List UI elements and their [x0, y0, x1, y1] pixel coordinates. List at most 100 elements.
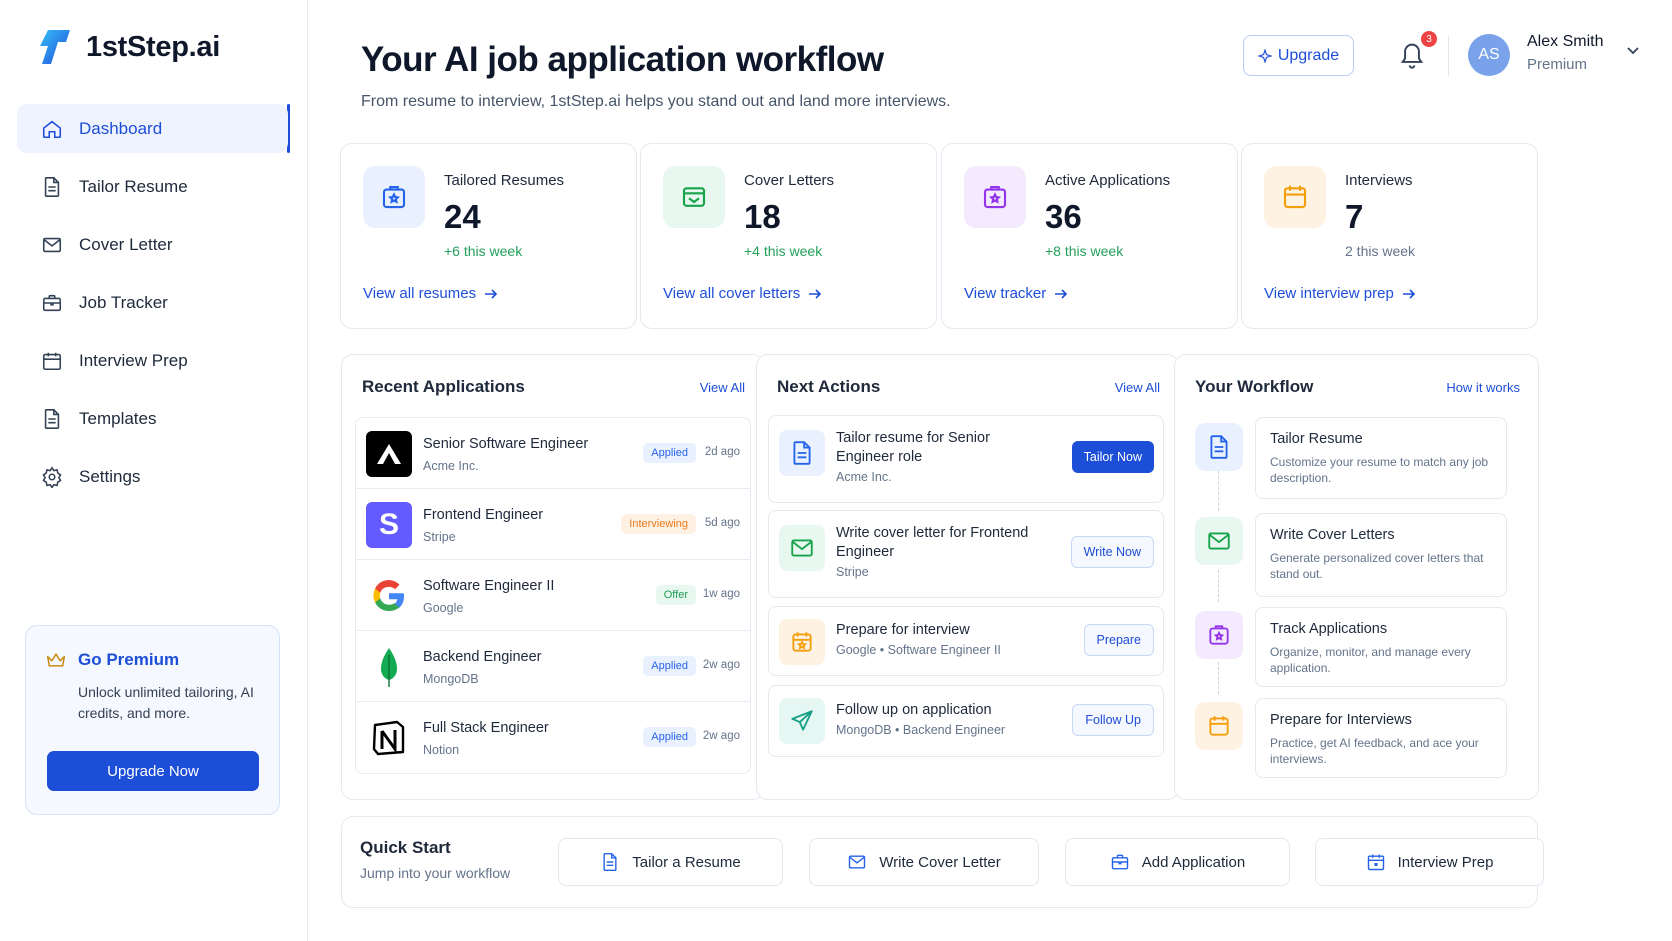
- step-card[interactable]: Tailor Resume Customize your resume to m…: [1255, 417, 1507, 499]
- action-item-follow-up: Follow up on application MongoDB • Backe…: [768, 685, 1164, 757]
- action-subtitle: Acme Inc.: [836, 470, 892, 484]
- premium-header: Go Premium: [46, 650, 259, 670]
- briefcase-icon: [42, 294, 62, 311]
- write-cover-letter-quick-button[interactable]: Write Cover Letter: [809, 838, 1039, 886]
- timestamp: 2w ago: [702, 730, 740, 742]
- recent-applications-panel: Recent Applications View All Senior Soft…: [341, 354, 764, 800]
- view-all-resumes-link[interactable]: View all resumes: [363, 285, 498, 302]
- stat-link-label: View interview prep: [1264, 285, 1394, 302]
- sidebar-item-label: Cover Letter: [79, 234, 173, 254]
- view-interview-prep-link[interactable]: View interview prep: [1264, 285, 1416, 302]
- view-all-applications-link[interactable]: View All: [700, 380, 745, 395]
- briefcase-icon: [1111, 854, 1128, 870]
- action-icon-box: [779, 525, 825, 571]
- view-all-actions-link[interactable]: View All: [1115, 380, 1160, 395]
- stat-label: Interviews: [1345, 172, 1413, 189]
- chevron-down-icon[interactable]: [1626, 46, 1640, 56]
- bell-icon[interactable]: [1398, 40, 1426, 70]
- notion-logo-icon: [366, 715, 412, 761]
- stat-label: Tailored Resumes: [444, 172, 565, 189]
- sidebar-item-label: Dashboard: [79, 118, 163, 138]
- sidebar-item-tailor-resume[interactable]: Tailor Resume: [17, 162, 288, 211]
- quick-start-title: Quick Start: [360, 838, 451, 857]
- stat-delta: +6 this week: [444, 243, 523, 259]
- sidebar-item-dashboard[interactable]: Dashboard: [17, 104, 288, 153]
- main-content: Your AI job application workflow From re…: [308, 0, 1672, 941]
- status-badge: Applied: [643, 727, 696, 747]
- job-title: Senior Software Engineer: [423, 436, 589, 452]
- quick-button-label: Add Application: [1141, 853, 1246, 871]
- add-application-quick-button[interactable]: Add Application: [1065, 838, 1290, 886]
- home-icon: [42, 120, 62, 138]
- header-divider: [1448, 36, 1449, 76]
- status-badge: Interviewing: [621, 514, 696, 534]
- list-item[interactable]: Backend Engineer MongoDB Applied 2w ago: [356, 631, 750, 702]
- workflow-connector: [1218, 662, 1219, 694]
- job-title: Full Stack Engineer: [423, 720, 549, 736]
- step-card[interactable]: Prepare for Interviews Practice, get AI …: [1255, 698, 1507, 778]
- sidebar-item-cover-letter[interactable]: Cover Letter: [17, 220, 288, 269]
- quick-start-bar: Quick Start Jump into your workflow Tail…: [341, 816, 1544, 908]
- brand-name: 1stStep.ai: [86, 30, 220, 63]
- step-card[interactable]: Write Cover Letters Generate personalize…: [1255, 513, 1507, 597]
- workflow-connector: [1218, 570, 1219, 602]
- workflow-connector: [1218, 471, 1219, 511]
- step-description: Organize, monitor, and manage every appl…: [1270, 645, 1471, 675]
- quick-button-label: Write Cover Letter: [879, 853, 1001, 871]
- brand-logo[interactable]: 1stStep.ai: [38, 28, 220, 66]
- stat-delta: +8 this week: [1045, 243, 1124, 259]
- list-item[interactable]: Senior Software Engineer Acme Inc. Appli…: [356, 418, 750, 489]
- send-icon: [791, 710, 813, 731]
- prepare-button[interactable]: Prepare: [1083, 624, 1154, 656]
- interview-prep-quick-button[interactable]: Interview Prep: [1315, 838, 1544, 886]
- company-name: Stripe: [423, 530, 456, 544]
- timestamp: 5d ago: [704, 517, 740, 529]
- step-icon-box: [1195, 517, 1243, 565]
- action-icon-box: [779, 619, 825, 665]
- how-it-works-link[interactable]: How it works: [1446, 380, 1520, 395]
- step-title: Tailor Resume: [1270, 431, 1363, 447]
- company-name: Google: [423, 601, 464, 615]
- stat-delta: 2 this week: [1345, 243, 1416, 259]
- next-actions-panel: Next Actions View All Tailor resume for …: [756, 354, 1179, 800]
- tailor-resume-quick-button[interactable]: Tailor a Resume: [558, 838, 783, 886]
- list-item[interactable]: S Frontend Engineer Stripe Interviewing …: [356, 489, 750, 560]
- quick-start-subtitle: Jump into your workflow: [360, 865, 511, 881]
- stat-label: Cover Letters: [744, 172, 835, 189]
- step-card[interactable]: Track Applications Organize, monitor, an…: [1255, 607, 1507, 687]
- mail-icon: [849, 855, 866, 869]
- sidebar-item-interview-prep[interactable]: Interview Prep: [17, 336, 288, 385]
- stat-value: 18: [744, 198, 781, 235]
- notification-badge: 3: [1421, 31, 1437, 47]
- upgrade-now-button[interactable]: Upgrade Now: [47, 751, 259, 791]
- list-item[interactable]: Full Stack Engineer Notion Applied 2w ag…: [356, 702, 750, 773]
- sidebar-item-settings[interactable]: Settings: [17, 452, 288, 501]
- list-item[interactable]: Software Engineer II Google Offer 1w ago: [356, 560, 750, 631]
- stat-value: 24: [444, 198, 481, 235]
- tailor-now-button[interactable]: Tailor Now: [1071, 441, 1154, 473]
- page-subtitle: From resume to interview, 1stStep.ai hel…: [361, 93, 951, 110]
- company-name: MongoDB: [423, 672, 479, 686]
- stat-value: 36: [1045, 198, 1082, 235]
- follow-up-button[interactable]: Follow Up: [1072, 704, 1154, 736]
- user-plan: Premium: [1527, 56, 1588, 73]
- sidebar-item-templates[interactable]: Templates: [17, 394, 288, 443]
- view-tracker-link[interactable]: View tracker: [964, 285, 1068, 302]
- premium-title: Go Premium: [78, 650, 180, 669]
- user-name: Alex Smith: [1527, 33, 1604, 50]
- premium-description: Unlock unlimited tailoring, AI credits, …: [78, 684, 254, 721]
- arrow-right-icon: [809, 288, 822, 299]
- step-icon-box: [1195, 702, 1243, 750]
- write-now-button[interactable]: Write Now: [1070, 536, 1154, 568]
- upgrade-button[interactable]: Upgrade: [1243, 35, 1354, 76]
- quick-button-label: Tailor a Resume: [632, 853, 741, 871]
- document-icon: [1210, 435, 1228, 459]
- action-title: Prepare for interview: [836, 622, 970, 638]
- sidebar-item-job-tracker[interactable]: Job Tracker: [17, 278, 288, 327]
- sparkle-icon: [1257, 48, 1272, 63]
- stat-icon-box: [663, 166, 725, 228]
- sidebar-item-label: Interview Prep: [79, 350, 188, 370]
- view-all-cover-letters-link[interactable]: View all cover letters: [663, 285, 822, 302]
- avatar[interactable]: AS: [1468, 34, 1510, 76]
- step-title: Prepare for Interviews: [1270, 712, 1412, 728]
